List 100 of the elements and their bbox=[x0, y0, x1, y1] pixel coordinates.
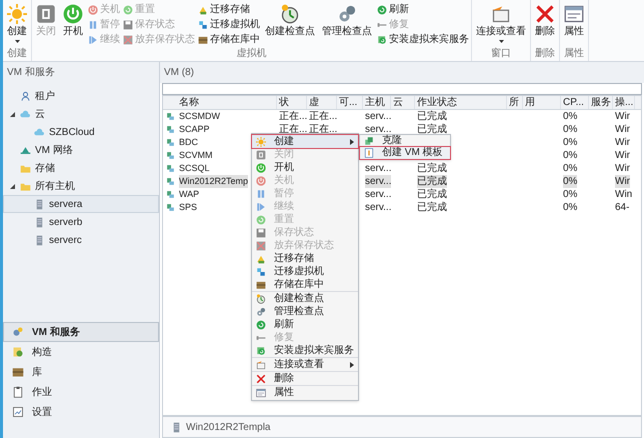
name-cell: Win2012R2Temp bbox=[179, 175, 248, 188]
connect-icon bbox=[491, 4, 511, 24]
menu-item[interactable]: 删除 bbox=[252, 372, 358, 385]
column-header[interactable]: 可... bbox=[337, 96, 363, 109]
ribbon-button[interactable]: 属性 bbox=[562, 0, 586, 48]
column-header[interactable]: 状 bbox=[277, 96, 307, 109]
nav-item[interactable]: 库 bbox=[3, 362, 159, 382]
filter-field[interactable] bbox=[162, 83, 642, 95]
refresh-icon bbox=[256, 320, 266, 330]
name-cell: SCVMM bbox=[179, 149, 212, 162]
menu-item[interactable]: 安装虚拟来宾服务 bbox=[252, 344, 358, 357]
tree-item[interactable]: serverc bbox=[3, 231, 159, 249]
table-cell: serv... bbox=[365, 175, 392, 188]
table-cell: Wir bbox=[615, 136, 630, 149]
column-header[interactable]: CP... bbox=[561, 96, 589, 109]
nav-item[interactable]: 作业 bbox=[3, 382, 159, 402]
ribbon-button[interactable]: 创建检查点 bbox=[263, 0, 317, 48]
reset-icon bbox=[123, 4, 133, 14]
ribbon-group-label: 创建 bbox=[6, 48, 28, 61]
column-header[interactable]: 云 bbox=[391, 96, 415, 109]
menu-item[interactable]: 连接或查看 bbox=[252, 358, 358, 371]
library-icon bbox=[12, 366, 24, 378]
submenu-arrow-icon bbox=[350, 362, 354, 368]
tree-item[interactable]: 租户 bbox=[3, 87, 159, 105]
tree-item[interactable]: servera bbox=[3, 195, 159, 213]
menu-item[interactable]: 刷新 bbox=[252, 318, 358, 331]
ribbon-button[interactable]: 删除 bbox=[533, 0, 557, 48]
ribbon-button[interactable]: 管理检查点 bbox=[320, 0, 374, 48]
column-header[interactable]: 主机 bbox=[363, 96, 391, 109]
ribbon-group-label: 虚拟机 bbox=[236, 48, 268, 61]
vm-icon bbox=[166, 125, 174, 134]
tree-item[interactable]: 云 bbox=[3, 105, 159, 123]
tree-item[interactable]: serverb bbox=[3, 213, 159, 231]
discard-icon bbox=[256, 240, 266, 250]
column-header[interactable]: 用 bbox=[523, 96, 561, 109]
table-cell: 已完成 bbox=[417, 123, 447, 136]
save-icon bbox=[256, 228, 266, 238]
ribbon-button[interactable]: 刷新 bbox=[377, 2, 469, 17]
caret-icon bbox=[14, 40, 20, 43]
sidebar-title: VM 和服务 bbox=[6, 66, 56, 80]
library-icon bbox=[256, 280, 266, 290]
column-header[interactable]: 作业状态 bbox=[415, 96, 507, 109]
table-cell: 0% bbox=[563, 162, 578, 175]
menu-item[interactable]: 存储在库中 bbox=[252, 278, 358, 291]
tree-item[interactable]: 存储 bbox=[3, 159, 159, 177]
library-icon bbox=[198, 34, 208, 44]
menu-item[interactable]: 创建 bbox=[252, 135, 358, 148]
table-cell: serv... bbox=[365, 188, 392, 201]
ribbon-button[interactable]: 连接或查看 bbox=[474, 0, 528, 48]
menu-item[interactable]: 迁移存储 bbox=[252, 252, 358, 265]
power-off-icon bbox=[256, 176, 266, 186]
table-cell: 0% bbox=[563, 110, 578, 123]
ribbon-button[interactable]: 存储在库中 bbox=[198, 32, 260, 47]
menu-item[interactable]: 迁移虚拟机 bbox=[252, 265, 358, 278]
ribbon-button[interactable]: 安装虚拟来宾服务 bbox=[377, 32, 469, 47]
expander-icon[interactable] bbox=[10, 184, 16, 188]
migrate-icon bbox=[198, 20, 208, 30]
column-header[interactable]: 操... bbox=[613, 96, 635, 109]
menu-item[interactable]: 开机 bbox=[252, 161, 358, 174]
tree-item[interactable]: SZBCloud bbox=[3, 123, 159, 141]
server-icon bbox=[34, 216, 45, 228]
cloud-icon bbox=[34, 126, 45, 138]
menu-item[interactable]: 克隆 bbox=[360, 135, 450, 147]
caret-icon bbox=[498, 40, 504, 43]
name-cell: SCSMDW bbox=[179, 110, 220, 123]
nav-item[interactable]: 构造 bbox=[3, 342, 159, 362]
column-header[interactable]: 所 bbox=[507, 96, 523, 109]
save-icon bbox=[123, 20, 133, 30]
menu-item[interactable]: 创建 VM 模板 bbox=[360, 147, 450, 159]
stop-icon bbox=[36, 4, 56, 24]
table-cell: 0% bbox=[563, 188, 578, 201]
vm-icon bbox=[166, 112, 174, 121]
discard-icon bbox=[123, 34, 133, 44]
tree-item[interactable]: VM 网络 bbox=[3, 141, 159, 159]
menu-item[interactable]: 创建检查点 bbox=[252, 292, 358, 305]
ribbon-button[interactable]: 创建 bbox=[5, 0, 29, 48]
table-cell: 64- bbox=[615, 201, 630, 214]
table-cell: Wir bbox=[615, 110, 630, 123]
ribbon-group-label: 属性 bbox=[563, 48, 585, 61]
table-cell: Win bbox=[615, 188, 632, 201]
nav-item[interactable]: VM 和服务 bbox=[3, 322, 159, 342]
ribbon-button[interactable]: 迁移虚拟机 bbox=[198, 17, 260, 32]
table-cell: Wir bbox=[615, 123, 630, 136]
column-header[interactable]: 名称 bbox=[177, 96, 277, 109]
ribbon-button[interactable]: 迁移存储 bbox=[198, 2, 260, 17]
expander-icon[interactable] bbox=[10, 112, 16, 116]
tree-item[interactable]: 所有主机 bbox=[3, 177, 159, 195]
column-header[interactable]: 服务 bbox=[589, 96, 613, 109]
nav-item[interactable]: 设置 bbox=[3, 402, 159, 422]
stop-icon bbox=[256, 150, 266, 160]
checkpoint-icon bbox=[256, 294, 266, 304]
ribbon-button[interactable]: 开机 bbox=[61, 0, 85, 48]
table-cell: 0% bbox=[563, 175, 578, 188]
menu-item[interactable]: 属性 bbox=[252, 386, 358, 399]
install-icon bbox=[377, 34, 387, 44]
pause-icon bbox=[88, 20, 98, 30]
menu-item[interactable]: 管理检查点 bbox=[252, 305, 358, 318]
name-cell: SCSQL bbox=[179, 162, 210, 175]
column-header[interactable]: 虚 bbox=[307, 96, 337, 109]
vm-icon bbox=[166, 164, 174, 173]
